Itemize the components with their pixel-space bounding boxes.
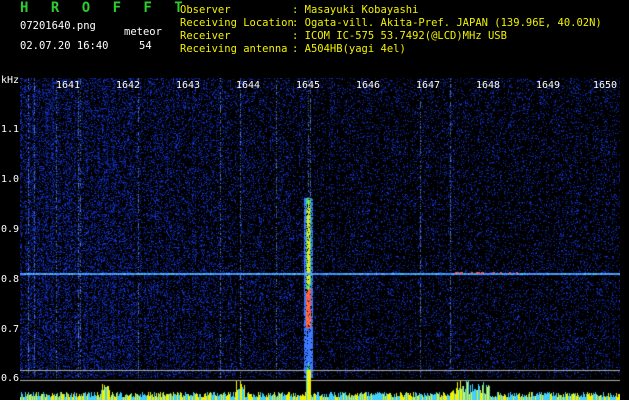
y-tick-label: 0.6 (1, 373, 20, 384)
x-tick-label: 1644 (236, 80, 261, 91)
observer-label: Observer (180, 4, 231, 16)
antenna-label: Receiving antenna (180, 43, 288, 55)
x-tick-label: 1647 (416, 80, 441, 91)
receiver-value: : ICOM IC-575 53.7492(@LCD)MHz USB (292, 30, 507, 42)
x-tick-label: 1650 (593, 80, 618, 91)
antenna-value: : A504HB(yagi 4el) (292, 43, 406, 55)
header-panel: H R O F F T 07201640.png meteor 02.07.20… (0, 0, 629, 78)
y-tick-label: 1.0 (1, 174, 20, 185)
app-logo: H R O F F T (20, 0, 190, 16)
filename-label: 07201640.png (20, 20, 96, 32)
x-tick-label: 1643 (176, 80, 201, 91)
location-label: Receiving Location (180, 17, 294, 29)
x-tick-label: 1645 (296, 80, 321, 91)
y-tick-label: 0.8 (1, 274, 20, 285)
y-tick-label: 0.9 (1, 224, 20, 235)
x-tick-label: 1642 (116, 80, 141, 91)
y-axis: kHz 1.1 1.0 0.9 0.8 0.7 0.6 (0, 0, 20, 400)
y-tick-label: 0.7 (1, 324, 20, 335)
x-tick-label: 1641 (56, 80, 81, 91)
y-axis-unit: kHz (1, 75, 20, 86)
datetime-label: 02.07.20 16:40 (20, 40, 109, 52)
mode-label: meteor (124, 26, 162, 38)
y-tick-label: 1.1 (1, 124, 20, 135)
receiver-label: Receiver (180, 30, 231, 42)
x-tick-label: 1646 (356, 80, 381, 91)
x-tick-label: 1649 (536, 80, 561, 91)
observer-value: : Masayuki Kobayashi (292, 4, 419, 16)
location-value: : Ogata-vill. Akita-Pref. JAPAN (139.96E… (292, 17, 602, 29)
x-tick-label: 1648 (476, 80, 501, 91)
count-label: 54 (139, 40, 152, 52)
spectrogram-canvas (20, 78, 620, 400)
spectrogram-plot (20, 78, 620, 400)
